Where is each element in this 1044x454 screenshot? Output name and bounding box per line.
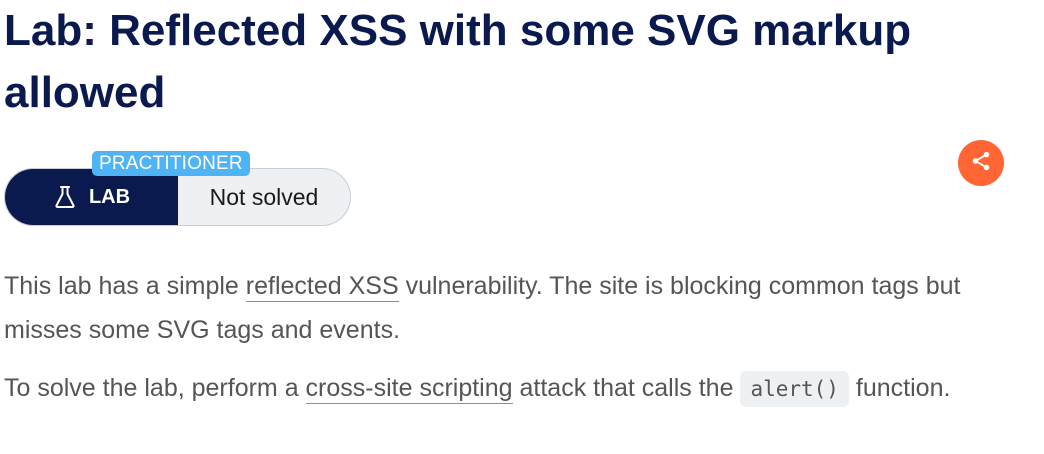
p2-text-before: To solve the lab, perform a: [4, 374, 306, 402]
p2-text-after: function.: [848, 374, 951, 402]
lab-type-segment: LAB: [5, 169, 178, 225]
reflected-xss-link[interactable]: reflected XSS: [245, 272, 399, 302]
level-tag: PRACTITIONER: [92, 151, 250, 176]
p2-text-middle: attack that calls the: [512, 374, 741, 402]
share-icon: [970, 150, 992, 177]
description-paragraph-2: To solve the lab, perform a cross-site s…: [4, 366, 1034, 411]
page-title: Lab: Reflected XSS with some SVG markup …: [4, 6, 912, 117]
flask-icon: [53, 185, 77, 209]
lab-badge: PRACTITIONER LAB Not solved: [4, 151, 351, 228]
lab-status-pill: LAB Not solved: [4, 168, 351, 226]
cross-site-scripting-link[interactable]: cross-site scripting: [305, 374, 513, 404]
description-paragraph-1: This lab has a simple reflected XSS vuln…: [4, 264, 1034, 352]
alert-code: alert(): [740, 371, 849, 407]
lab-status-label: Not solved: [209, 183, 319, 210]
lab-type-label: LAB: [88, 185, 131, 208]
share-button[interactable]: [958, 140, 1004, 186]
p1-text-before: This lab has a simple: [4, 272, 246, 300]
